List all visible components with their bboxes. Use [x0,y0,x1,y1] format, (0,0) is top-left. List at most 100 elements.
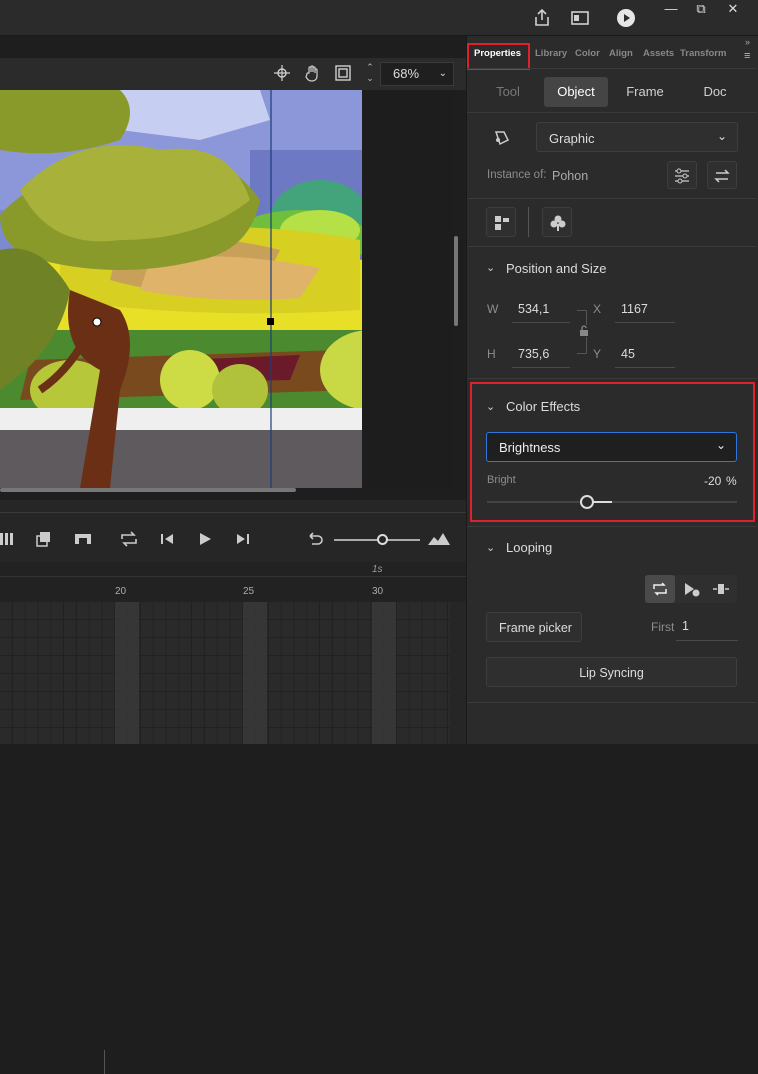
first-frame-label: First [651,620,675,634]
divider [467,246,757,247]
width-label: W [487,302,499,316]
tab-assets[interactable]: Assets [643,48,674,59]
timeline-zoom-handle[interactable] [377,534,388,545]
frame-ruler: 1s 20 25 30 [0,562,466,602]
tab-tool[interactable]: Tool [476,77,540,107]
first-frame-field[interactable]: 1 [682,619,689,633]
bright-slider-track[interactable] [487,501,737,503]
y-field[interactable]: 45 [621,347,635,361]
width-field[interactable]: 534,1 [518,302,549,316]
x-field[interactable]: 1167 [621,302,648,316]
zoom-value: 68% [393,66,420,81]
zoom-stepper[interactable]: ⌃ ⌄ [364,62,376,86]
timeline-divider [0,512,466,513]
ruler-mark-30: 30 [372,586,384,597]
loop-mode-loop[interactable] [645,575,675,603]
frame-cells [0,602,450,744]
x-label: X [593,302,602,316]
chevron-down-icon[interactable]: ⌄ [486,261,495,274]
width-underline [512,322,570,323]
looping-title: Looping [506,540,553,555]
bright-unit: % [726,474,737,488]
x-underline [615,322,675,323]
stage-canvas[interactable] [0,90,362,488]
chevron-down-icon: ⌄ [438,68,447,79]
align-button[interactable] [486,207,516,237]
frame-picker-label: Frame picker [499,621,572,635]
stage-artwork [0,90,362,488]
bright-label: Bright [487,474,516,486]
tab-color[interactable]: Color [575,48,600,59]
play-once-icon [685,583,700,597]
loop-mode-play-once[interactable] [677,575,705,603]
loop-playback-icon[interactable] [120,530,138,548]
tab-object[interactable]: Object [544,77,608,107]
edit-multiple-frames-icon[interactable] [36,530,54,548]
test-movie-play-icon[interactable] [616,8,636,28]
close-window-button[interactable]: ✕ [718,0,748,20]
horizontal-scrollbar[interactable] [0,488,296,492]
lip-syncing-label: Lip Syncing [579,666,644,680]
vertical-scrollbar[interactable] [454,236,458,326]
loop-range-icon[interactable] [74,530,92,548]
align-icon [495,216,509,230]
bright-slider-handle[interactable] [580,495,594,509]
loop-mode-single-frame[interactable] [707,575,735,603]
undo-icon[interactable] [306,530,324,548]
share-icon[interactable] [532,8,552,28]
color-effect-dropdown[interactable]: Brightness ⌄ [486,432,737,462]
center-stage-icon[interactable] [274,65,290,81]
collapse-panel-icon[interactable]: » [745,37,750,47]
swap-symbol-button[interactable] [707,161,737,189]
divider [467,702,757,703]
divider [104,1050,105,1074]
play-icon[interactable] [196,530,214,548]
instance-name: Pohon [552,169,589,183]
step-back-icon[interactable] [158,530,176,548]
ruler-mark-25: 25 [243,586,255,597]
position-size-title: Position and Size [506,261,607,276]
workspace-layout-icon[interactable] [570,8,590,28]
first-frame-underline [676,640,738,641]
swap-icon [714,169,730,183]
zoom-field[interactable]: 68% ⌄ [380,62,454,86]
edit-symbol-settings-button[interactable] [667,161,697,189]
y-label: Y [593,347,602,361]
clip-content-icon[interactable] [335,65,351,81]
lock-icon[interactable] [578,325,590,337]
y-underline [615,367,675,368]
chevron-down-icon: ⌄ [716,129,727,143]
symbol-type-dropdown[interactable]: Graphic ⌄ [536,122,738,152]
symbol-type-value: Graphic [549,131,595,146]
filters-button[interactable] [542,207,572,237]
loop-mode-group [645,575,737,603]
chevron-down-icon[interactable]: ⌄ [486,541,495,554]
height-field[interactable]: 735,6 [518,347,549,361]
pasteboard [362,90,454,488]
tab-align[interactable]: Align [609,48,633,59]
mountain-zoom-icon[interactable] [428,530,450,548]
step-forward-icon[interactable] [234,530,252,548]
chevron-down-icon: ⌄ [715,438,726,452]
bright-value[interactable]: -20 [704,474,721,488]
lip-syncing-button[interactable]: Lip Syncing [486,657,737,687]
tab-library[interactable]: Library [535,48,567,59]
tab-frame[interactable]: Frame [613,77,677,107]
frame-grid[interactable] [0,602,450,744]
frame-picker-button[interactable]: Frame picker [486,612,582,642]
hand-tool-icon[interactable] [304,64,322,82]
divider [467,526,757,527]
divider [467,112,757,113]
instance-of-label: Instance of: [487,169,547,181]
tab-transform[interactable]: Transform [680,48,726,59]
tab-doc[interactable]: Doc [683,77,747,107]
ruler-mark-20: 20 [115,586,127,597]
chevron-down-icon[interactable]: ⌄ [486,400,495,413]
restore-window-button[interactable]: ⧉ [686,0,716,20]
divider [528,207,529,237]
timeline-controls [0,522,466,1074]
height-label: H [487,347,496,361]
panel-menu-icon[interactable]: ≡ [744,50,750,62]
onion-skin-icon[interactable] [0,530,18,548]
minimize-window-button[interactable]: — [656,0,686,20]
